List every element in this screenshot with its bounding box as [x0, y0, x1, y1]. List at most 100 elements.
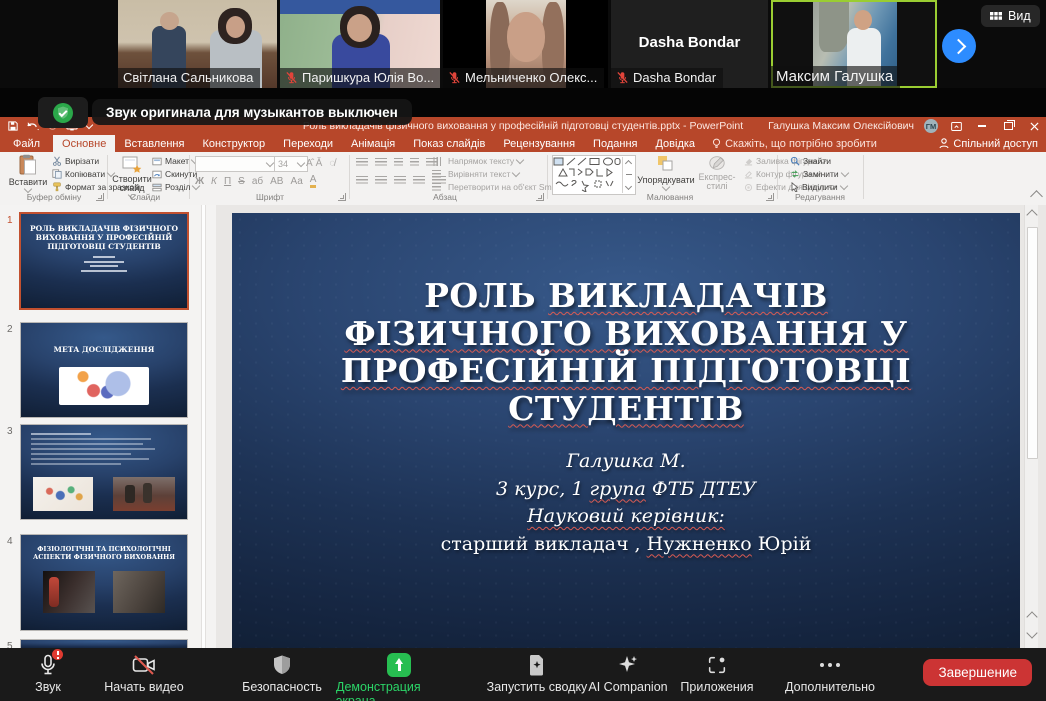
replace-button[interactable]: Замінити — [790, 169, 848, 179]
align-text-button[interactable]: Вирівняти текст — [432, 169, 519, 179]
summary-doc-icon — [528, 654, 546, 676]
text-direction-button[interactable]: Напрямок тексту — [432, 156, 523, 166]
change-case-button[interactable]: Аа — [290, 176, 302, 187]
more-button[interactable]: Дополнительно — [780, 653, 880, 694]
scroll-up-arrow[interactable] — [1028, 211, 1036, 219]
video-tile-svitlana[interactable]: Світлана Сальникова — [118, 0, 277, 88]
tab-transitions[interactable]: Переходи — [274, 135, 342, 152]
start-video-button[interactable]: Начать видео — [98, 653, 190, 694]
font-style-buttons[interactable]: Ж К П S аб АВ Аа А — [195, 174, 320, 188]
close-button[interactable] — [1026, 119, 1042, 133]
tab-animations[interactable]: Анімація — [342, 135, 404, 152]
slide-title: РОЛЬ ВИКЛАДАЧІВ ФІЗИЧНОГО ВИХОВАННЯ У ПР… — [232, 277, 1020, 427]
find-button[interactable]: Знайти — [790, 156, 831, 166]
video-tile-dasha[interactable]: Dasha Bondar Dasha Bondar — [611, 0, 768, 88]
layout-label: Макет — [165, 156, 189, 166]
reset-button[interactable]: Скинути — [152, 169, 197, 179]
start-summary-button[interactable]: Запустить сводку — [482, 653, 592, 694]
tab-view[interactable]: Подання — [584, 135, 646, 152]
apps-button[interactable]: Приложения — [676, 653, 758, 694]
ribbon-display-options-button[interactable] — [948, 119, 964, 133]
shapes-scroll-buttons[interactable] — [622, 157, 634, 193]
tab-review[interactable]: Рецензування — [494, 135, 584, 152]
thumbnail-image — [59, 367, 149, 405]
cursor-icon — [790, 182, 799, 192]
lightbulb-icon — [712, 138, 721, 149]
tab-home-active[interactable]: Основне — [53, 135, 115, 152]
video-tile-maksym-active-speaker[interactable]: Максим Галушка — [771, 0, 937, 88]
strikethrough-button[interactable]: S — [238, 176, 245, 187]
slide-number: 2 — [7, 324, 13, 335]
thumbnail-panel-scrollbar[interactable] — [201, 205, 206, 648]
ai-companion-button[interactable]: AI Companion — [584, 653, 672, 694]
tab-slideshow[interactable]: Показ слайдів — [404, 135, 494, 152]
tell-me-box[interactable]: Скажіть, що потрібно зробити — [704, 135, 885, 152]
shapes-gallery[interactable] — [552, 155, 636, 195]
italic-button[interactable]: К — [211, 176, 217, 187]
paragraph-dialog-launcher[interactable] — [536, 193, 544, 201]
copy-button[interactable]: Копіювати — [52, 169, 114, 179]
cut-label: Вирізати — [65, 156, 99, 166]
user-avatar[interactable]: ГМ — [924, 119, 938, 133]
list-buttons[interactable] — [356, 158, 441, 167]
underline-button[interactable]: П — [224, 176, 231, 187]
share-button[interactable]: Спільний доступ — [939, 135, 1038, 152]
person-icon — [939, 138, 949, 149]
person-silhouette — [854, 10, 872, 30]
tab-file[interactable]: Файл — [0, 135, 53, 152]
character-spacing-button[interactable]: АВ — [270, 176, 283, 187]
close-icon — [1030, 122, 1039, 131]
view-button[interactable]: Вид — [981, 5, 1040, 27]
shape-fill-icon — [744, 157, 753, 166]
bold-button[interactable]: Ж — [195, 176, 204, 187]
scrollbar-thumb[interactable] — [1027, 227, 1038, 459]
ribbon-tabs: Файл Основне Вставлення Конструктор Пере… — [0, 135, 1046, 152]
new-slide-icon — [122, 154, 142, 174]
tab-insert[interactable]: Вставлення — [115, 135, 193, 152]
quick-styles-button[interactable]: Експрес-стилі — [694, 154, 740, 191]
restore-window-button[interactable] — [1000, 119, 1016, 133]
cut-button[interactable]: Вирізати — [52, 156, 99, 166]
green-shield-check-icon — [52, 102, 74, 124]
slide-thumbnail-1-selected[interactable]: РОЛЬ ВИКЛАДАЧІВ ФІЗИЧНОГО ВИХОВАННЯ У ПР… — [19, 212, 189, 310]
signed-in-user[interactable]: Галушка Максим Олексійович — [768, 120, 914, 132]
next-slide-button[interactable] — [1028, 629, 1036, 637]
next-page-arrow-button[interactable] — [942, 29, 976, 63]
paste-button[interactable]: Вставити — [6, 154, 50, 192]
share-screen-button[interactable]: Демонстрация экрана — [336, 653, 462, 701]
end-meeting-button[interactable]: Завершение — [923, 659, 1032, 686]
slide-canvas[interactable]: РОЛЬ ВИКЛАДАЧІВ ФІЗИЧНОГО ВИХОВАННЯ У ПР… — [232, 213, 1020, 648]
tab-design[interactable]: Конструктор — [193, 135, 274, 152]
clipboard-dialog-launcher[interactable] — [96, 193, 104, 201]
select-button[interactable]: Виділити — [790, 182, 847, 192]
minimize-button[interactable] — [974, 119, 990, 133]
previous-slide-button[interactable] — [1028, 613, 1036, 621]
section-button[interactable]: Розділ — [152, 182, 199, 192]
restore-icon — [1004, 122, 1013, 130]
ai-companion-icon — [616, 653, 640, 677]
slide-thumbnail-3[interactable] — [20, 424, 188, 520]
tab-help[interactable]: Довідка — [646, 135, 704, 152]
group-separator — [863, 155, 864, 199]
arrange-button[interactable]: Упорядкувати — [640, 154, 692, 190]
font-group-label: Шрифт — [230, 192, 310, 202]
video-tile-paryshkura[interactable]: Паришкура Юлія Во... — [280, 0, 440, 88]
participant-name: Максим Галушка — [776, 68, 893, 85]
audio-button[interactable]: Звук — [18, 653, 78, 694]
text-shadow-button[interactable]: аб — [252, 176, 263, 187]
font-color-button[interactable]: А — [310, 174, 317, 188]
font-size-combobox[interactable]: 34 — [274, 156, 308, 172]
more-dots-icon — [820, 663, 840, 667]
layout-button[interactable]: Макет — [152, 156, 198, 166]
drawing-dialog-launcher[interactable] — [766, 193, 774, 201]
font-name-combobox[interactable] — [195, 156, 277, 172]
person-silhouette — [160, 12, 179, 30]
font-dialog-launcher[interactable] — [338, 193, 346, 201]
slide-thumbnail-4[interactable]: ФІЗІОЛОГІЧНІ ТА ПСИХОЛОГІЧНІ АСПЕКТИ ФІЗ… — [20, 534, 188, 631]
video-tile-melnychenko[interactable]: Мельниченко Олекс... — [443, 0, 608, 88]
collapse-ribbon-button[interactable] — [1030, 190, 1043, 203]
grow-shrink-font-buttons[interactable]: А̂А̌◌̸ — [306, 158, 335, 169]
slide-thumbnail-2[interactable]: МЕТА ДОСЛІДЖЕННЯ — [20, 322, 188, 418]
vertical-scrollbar[interactable] — [1024, 205, 1038, 648]
security-button[interactable]: Безопасность — [234, 653, 330, 694]
